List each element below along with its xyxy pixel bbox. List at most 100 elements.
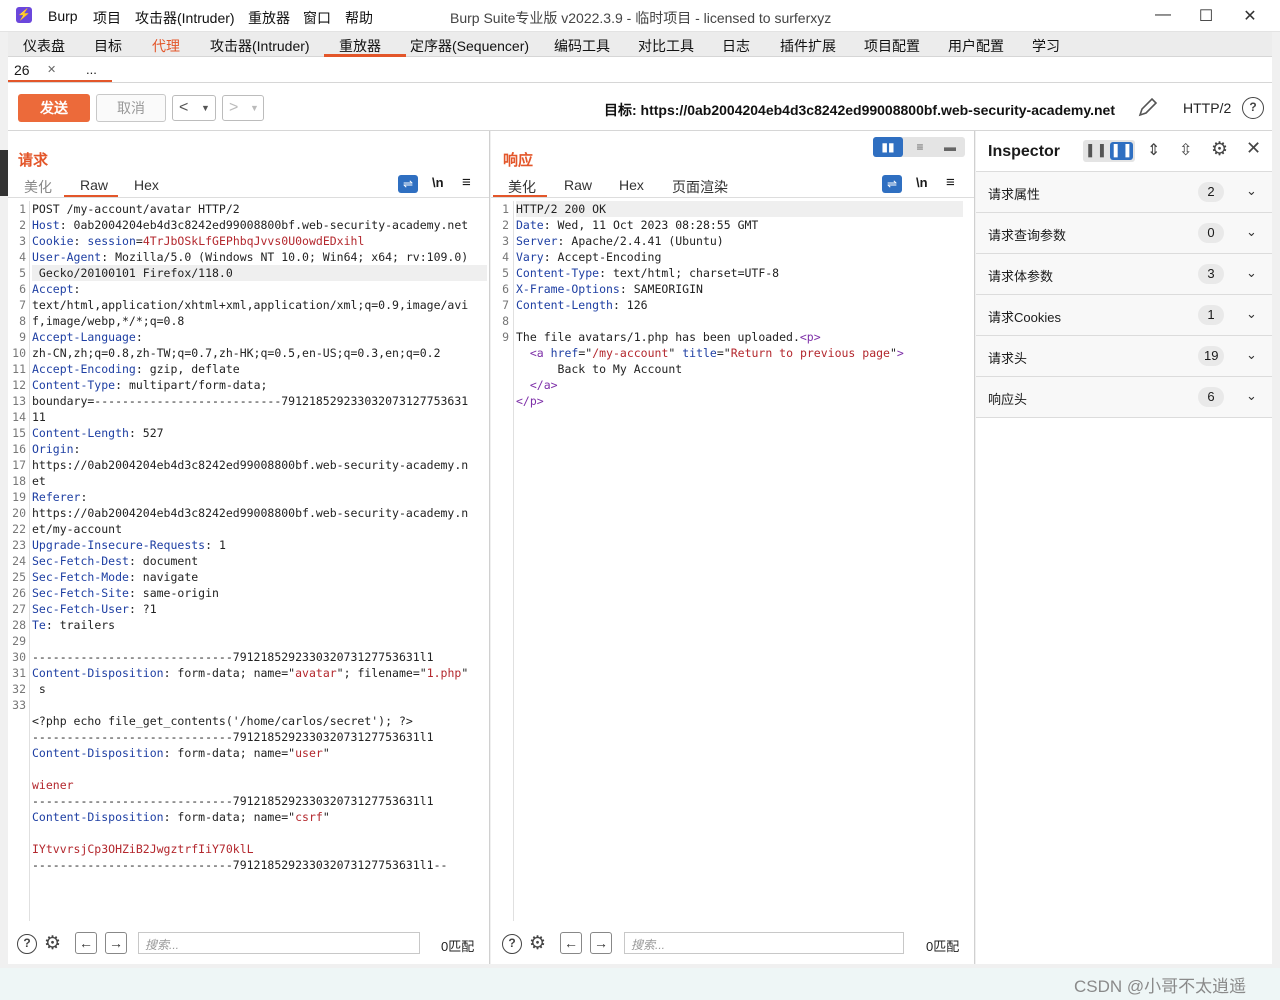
search-next-button[interactable]: → (590, 932, 612, 954)
code-line: Content-Disposition: form-data; name="us… (32, 745, 487, 761)
send-button[interactable]: 发送 (18, 94, 90, 122)
close-icon[interactable]: ✕ (1246, 138, 1261, 159)
subtab-26[interactable]: 26 (14, 62, 30, 78)
tab-logger[interactable]: 日志 (722, 36, 750, 56)
http-version[interactable]: HTTP/2 (1183, 100, 1231, 116)
inspector-layout-toggle: ▌▐ ▌▐ (1083, 140, 1135, 162)
side-by-side-layout-icon[interactable]: ▮▮ (873, 137, 903, 157)
code-token: Host (32, 218, 60, 232)
chevron-down-icon[interactable]: ⌄ (1246, 183, 1257, 199)
tab-learn[interactable]: 学习 (1032, 36, 1060, 56)
chevron-down-icon[interactable]: ⌄ (1246, 347, 1257, 363)
tab-project-options[interactable]: 项目配置 (864, 36, 920, 56)
back-button[interactable]: < ▼ (172, 95, 216, 121)
search-next-button[interactable]: → (105, 932, 127, 954)
response-search-input[interactable]: 搜索... (624, 932, 904, 954)
menu-project[interactable]: 项目 (93, 8, 121, 28)
menu-burp[interactable]: Burp (48, 8, 78, 24)
settings-gear-icon[interactable]: ⚙ (44, 932, 61, 955)
code-line: Host: 0ab2004204eb4d3c8242ed99008800bf.w… (32, 217, 487, 233)
gutter-divider (29, 201, 30, 921)
response-tab-hex[interactable]: Hex (619, 177, 644, 193)
request-editor[interactable]: 1 2 3 4 5 6 7 8 9 10 11 12 13 14 15 16 17 18 19 20 22 23 24 25 2… (8, 201, 489, 921)
settings-gear-icon[interactable]: ⚙ (1211, 138, 1228, 161)
settings-gear-icon[interactable]: ⚙ (529, 932, 546, 955)
request-search-input[interactable]: 搜索... (138, 932, 420, 954)
wrap-lines-icon[interactable]: ⇌ (398, 175, 418, 193)
request-code[interactable]: POST /my-account/avatar HTTP/2 Host: 0ab2… (32, 201, 487, 889)
chevron-down-icon[interactable]: ⌄ (1246, 224, 1257, 240)
minimize-button[interactable]: — (1153, 6, 1173, 24)
inspector-row-response-headers[interactable]: 响应头 6 ⌄ (976, 377, 1272, 418)
chevron-down-icon[interactable]: ⌄ (1246, 388, 1257, 404)
help-icon[interactable]: ? (17, 934, 37, 954)
menu-help[interactable]: 帮助 (345, 8, 373, 28)
tab-target[interactable]: 目标 (94, 36, 122, 56)
response-tab-raw[interactable]: Raw (564, 177, 592, 193)
request-tab-hex[interactable]: Hex (134, 177, 159, 193)
panel-left-icon[interactable]: ▌▐ (1085, 142, 1107, 160)
close-window-button[interactable]: ✕ (1240, 6, 1260, 26)
code-token: Content-Length (32, 426, 129, 440)
expand-all-icon[interactable]: ⇕ (1147, 140, 1160, 160)
search-prev-button[interactable]: ← (75, 932, 97, 954)
help-icon[interactable]: ? (1242, 97, 1264, 119)
tab-decoder[interactable]: 编码工具 (554, 36, 610, 56)
subtab-new[interactable]: ... (86, 62, 97, 77)
code-token: " (322, 810, 330, 824)
menu-icon[interactable]: ≡ (946, 174, 955, 191)
menu-intruder[interactable]: 攻击器(Intruder) (135, 8, 235, 28)
response-code[interactable]: HTTP/2 200 OK Date: Wed, 11 Oct 2023 08:2… (516, 201, 963, 409)
layout-toggle: ▮▮ ≡ ▬ (873, 137, 965, 157)
inspector-row-query-params[interactable]: 请求查询参数 0 ⌄ (976, 213, 1272, 254)
chevron-down-icon[interactable]: ⌄ (1246, 265, 1257, 281)
close-icon[interactable]: ✕ (47, 63, 56, 76)
tab-extensions[interactable]: 插件扩展 (780, 36, 836, 56)
newline-toggle-icon[interactable]: \n (916, 175, 928, 190)
help-icon[interactable]: ? (502, 934, 522, 954)
menu-icon[interactable]: ≡ (462, 174, 471, 191)
code-line: text/html,application/xhtml+xml,applicat… (32, 297, 487, 313)
inspector-row-body-params[interactable]: 请求体参数 3 ⌄ (976, 254, 1272, 295)
wrap-lines-icon[interactable]: ⇌ (882, 175, 902, 193)
code-line: Sec-Fetch-User: ?1 (32, 601, 487, 617)
inspector-row-request-attributes[interactable]: 请求属性 2 ⌄ (976, 172, 1272, 213)
code-token: User-Agent (32, 250, 102, 264)
collapse-all-icon[interactable]: ⇳ (1179, 140, 1192, 160)
inspector-row-cookies[interactable]: 请求Cookies 1 ⌄ (976, 295, 1272, 336)
chevron-down-icon[interactable]: ▼ (250, 96, 259, 120)
response-tab-render[interactable]: 页面渲染 (672, 177, 728, 197)
menu-window[interactable]: 窗口 (303, 8, 331, 28)
response-editor[interactable]: 123456789 HTTP/2 200 OK Date: Wed, 11 Oct… (491, 201, 974, 921)
code-token: https://0ab2004204eb4d3c8242ed99008800bf… (32, 506, 469, 520)
cancel-button[interactable]: 取消 (96, 94, 166, 122)
code-token: : 126 (612, 298, 648, 312)
inspector-row-request-headers[interactable]: 请求头 19 ⌄ (976, 336, 1272, 377)
code-token: 4TrJbOSkLfGEPhbqJvvs0U0owdEDxihl (142, 234, 365, 248)
tab-user-options[interactable]: 用户配置 (948, 36, 1004, 56)
chevron-down-icon[interactable]: ⌄ (1246, 306, 1257, 322)
tab-dashboard[interactable]: 仪表盘 (23, 36, 65, 56)
newline-toggle-icon[interactable]: \n (432, 175, 444, 190)
maximize-button[interactable]: ☐ (1196, 6, 1216, 26)
code-token: csrf (295, 810, 323, 824)
stacked-layout-icon[interactable]: ≡ (906, 137, 934, 157)
response-tab-pretty[interactable]: 美化 (508, 177, 536, 197)
edit-target-icon[interactable] (1136, 95, 1160, 119)
tab-intruder[interactable]: 攻击器(Intruder) (210, 36, 310, 56)
chevron-down-icon[interactable]: ▼ (201, 96, 210, 120)
tab-sequencer[interactable]: 定序器(Sequencer) (410, 36, 529, 56)
inspector-title: Inspector (988, 143, 1061, 160)
menu-repeater[interactable]: 重放器 (248, 8, 290, 28)
tab-proxy[interactable]: 代理 (152, 36, 180, 56)
tabs-layout-icon[interactable]: ▬ (936, 137, 964, 157)
tab-repeater[interactable]: 重放器 (339, 36, 381, 56)
panel-right-icon[interactable]: ▌▐ (1110, 142, 1133, 160)
tab-comparer[interactable]: 对比工具 (638, 36, 694, 56)
repeater-subtab-bar (8, 57, 1272, 83)
search-prev-button[interactable]: ← (560, 932, 582, 954)
inspector-row-count: 3 (1198, 264, 1224, 284)
request-tab-pretty[interactable]: 美化 (24, 177, 52, 197)
request-tab-raw[interactable]: Raw (80, 177, 108, 193)
forward-button[interactable]: > ▼ (222, 95, 264, 121)
